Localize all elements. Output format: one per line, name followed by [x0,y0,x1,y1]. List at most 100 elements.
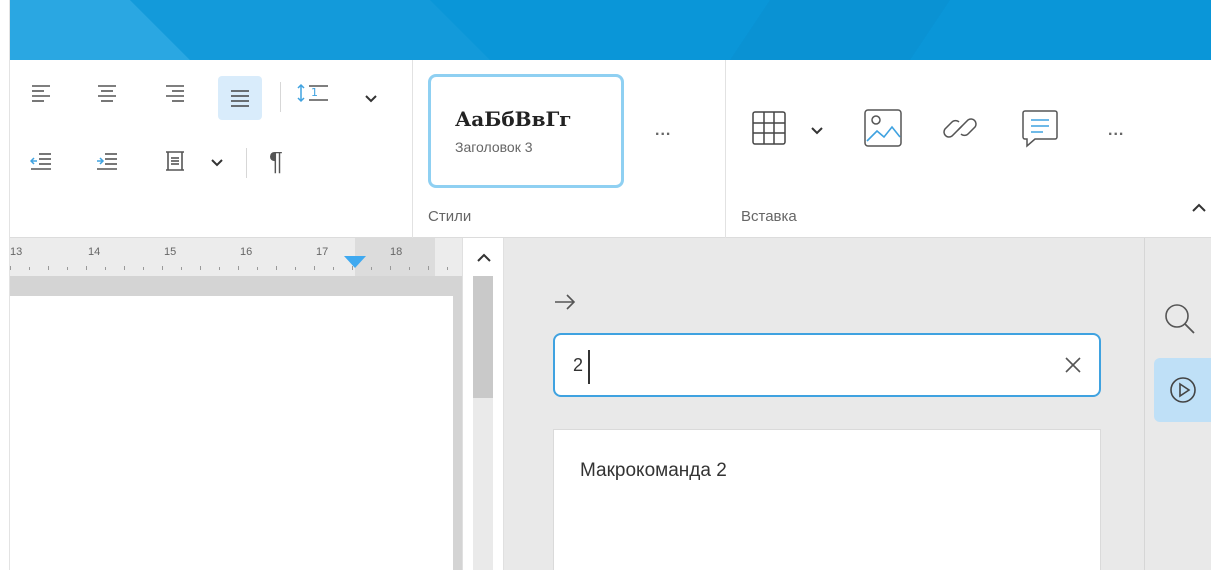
ruler-tick [371,267,372,270]
svg-text:1: 1 [311,86,318,99]
chevron-up-icon [477,253,491,262]
ruler-tick [143,267,144,270]
align-center-icon [98,85,116,102]
ruler-shadow [10,276,462,296]
separator [246,148,247,178]
chevron-down-icon [811,127,823,135]
ruler-tick [352,266,353,270]
insert-group-label: Вставка [741,208,797,225]
search-icon [1165,304,1195,334]
increase-indent-icon [97,153,117,170]
vertical-scrollbar[interactable] [462,238,504,570]
title-bar [10,0,1211,60]
align-left-icon [32,85,50,102]
play-circle-icon [1169,377,1196,403]
ruler-tick [29,267,30,270]
ruler-tick [200,266,201,270]
align-left-button[interactable] [26,78,56,108]
align-right-button[interactable] [160,78,190,108]
increase-indent-button[interactable] [92,146,122,176]
ruler-tick [162,266,163,270]
style-sample-text: АаБбВвГг [455,107,572,131]
ruler-tick [219,267,220,270]
decrease-indent-button[interactable] [26,146,56,176]
insert-more-button[interactable]: ... [1108,122,1124,140]
insert-table-button[interactable] [750,108,788,148]
ruler-tick [257,267,258,270]
left-edge [0,0,10,570]
ruler-tick [314,266,315,270]
paragraph-spacing-button[interactable] [160,146,190,176]
style-name: Заголовок 3 [455,139,533,155]
ruler-tick [181,267,182,270]
ruler-tick [48,266,49,270]
line-spacing-button[interactable]: 1 [294,78,332,108]
insert-comment-button[interactable] [1020,108,1060,150]
arrow-right-icon [555,294,576,310]
ruler-tick [67,267,68,270]
ruler-tick [333,267,334,270]
group-separator [412,60,413,238]
ruler-tick [390,266,391,270]
link-icon [943,118,977,138]
sidebar-search-button[interactable] [1163,302,1197,336]
paragraph-spacing-icon [166,151,184,171]
ruler-label: 18 [390,246,403,258]
document-page[interactable] [10,296,453,570]
ruler-label: 16 [240,246,253,258]
ruler-label: 14 [88,246,101,258]
horizontal-ruler: 13 14 15 16 17 18 [10,238,462,276]
image-icon [864,109,902,147]
decrease-indent-icon [30,153,51,170]
titlebar-decoration [130,0,490,60]
align-right-icon [166,85,184,102]
line-spacing-dropdown[interactable] [360,88,382,110]
macro-panel: 2 Макрокоманда 2 [504,238,1145,570]
ruler-tick [105,267,106,270]
group-separator [725,60,726,238]
insert-link-button[interactable] [940,108,980,148]
line-spacing-icon: 1 [297,83,328,103]
insert-image-button[interactable] [862,108,904,148]
styles-group-label: Стили [428,208,472,225]
close-icon [1065,357,1081,373]
align-justify-icon [231,90,249,107]
macro-list-item[interactable]: Макрокоманда 2 [580,460,727,482]
align-justify-button[interactable] [218,76,262,120]
separator [280,82,281,112]
ruler-label: 17 [316,246,329,258]
search-input-value: 2 [573,355,584,375]
paragraph-spacing-dropdown[interactable] [206,152,228,174]
chevron-up-icon [1192,203,1206,212]
ruler-tick [238,266,239,270]
ribbon: 1 ¶ АаБбВвГг Заголовок 3 ... Стили ... В… [10,60,1211,238]
clear-search-button[interactable] [1061,353,1085,377]
chevron-down-icon [211,159,223,167]
right-indent-marker[interactable] [344,256,366,268]
macro-results-list: Макрокоманда 2 [553,429,1101,570]
ruler-label: 13 [10,246,23,258]
scroll-up-button[interactable] [477,250,491,262]
style-heading-3-card[interactable]: АаБбВвГг Заголовок 3 [428,74,624,188]
ruler-tick [276,266,277,270]
macro-search-input[interactable]: 2 [553,333,1101,397]
comment-icon [1022,110,1058,148]
ruler-tick [10,266,11,270]
insert-table-dropdown[interactable] [806,120,828,142]
ruler-tick [124,266,125,270]
collapse-ribbon-button[interactable] [1192,200,1211,220]
ruler-tick [447,267,448,270]
titlebar-decoration [730,0,950,60]
right-sidebar [1145,238,1211,570]
show-formatting-marks-button[interactable]: ¶ [260,146,292,176]
align-center-button[interactable] [92,78,122,108]
ruler-tick [295,267,296,270]
chevron-down-icon [365,95,377,103]
scroll-thumb[interactable] [473,276,493,398]
styles-more-button[interactable]: ... [655,122,671,140]
close-panel-button[interactable] [554,294,578,314]
ruler-tick [409,267,410,270]
ruler-label: 15 [164,246,177,258]
ruler-tick [86,266,87,270]
sidebar-macros-button[interactable] [1154,358,1211,422]
